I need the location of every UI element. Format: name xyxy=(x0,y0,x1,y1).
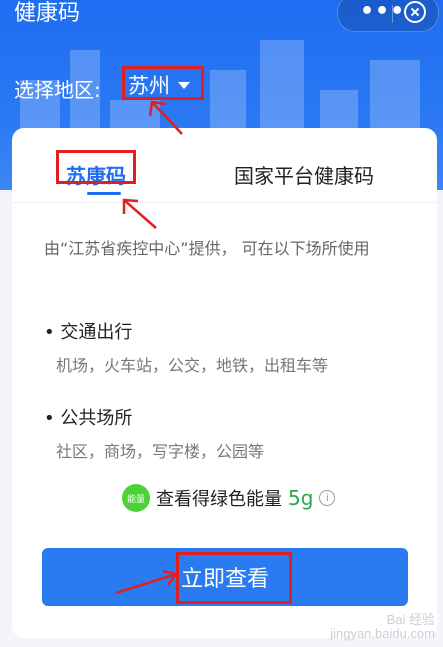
watermark-line1: Bai 经验 xyxy=(386,612,435,627)
active-tab-indicator xyxy=(87,192,121,195)
green-energy-row: 能量 查看得绿色能量 5g i xyxy=(122,484,336,512)
mini-program-capsule: ••• xyxy=(337,0,439,32)
energy-badge-icon: 能量 xyxy=(122,484,150,512)
page-title: 健康码 xyxy=(14,1,81,26)
watermark-line2: jingyan.baidu.com xyxy=(330,626,435,641)
capsule-divider xyxy=(392,5,393,23)
section-title-transport: • 交通出行 xyxy=(44,322,133,343)
energy-text: 查看得绿色能量 xyxy=(156,489,282,510)
energy-amount: 5g xyxy=(288,486,314,510)
annotation-box-tab xyxy=(56,150,136,184)
section-items-transport: 机场，火车站，公交，地铁，出租车等 xyxy=(56,356,329,375)
more-options-icon[interactable]: ••• xyxy=(360,0,405,24)
close-icon[interactable] xyxy=(404,1,426,23)
annotation-box-region xyxy=(122,66,204,100)
section-items-public-places: 社区，商场，写字楼，公园等 xyxy=(56,442,265,461)
tab-national-health-code[interactable]: 国家平台健康码 xyxy=(234,160,374,189)
annotation-box-button xyxy=(176,552,292,604)
watermark: Bai 经验 jingyan.baidu.com xyxy=(330,613,435,641)
section-title-public-places: • 公共场所 xyxy=(44,408,133,429)
region-label: 选择地区: xyxy=(14,78,101,102)
card-description: 由“江苏省疾控中心”提供， 可在以下场所使用 xyxy=(44,239,370,258)
info-icon[interactable]: i xyxy=(319,490,336,506)
